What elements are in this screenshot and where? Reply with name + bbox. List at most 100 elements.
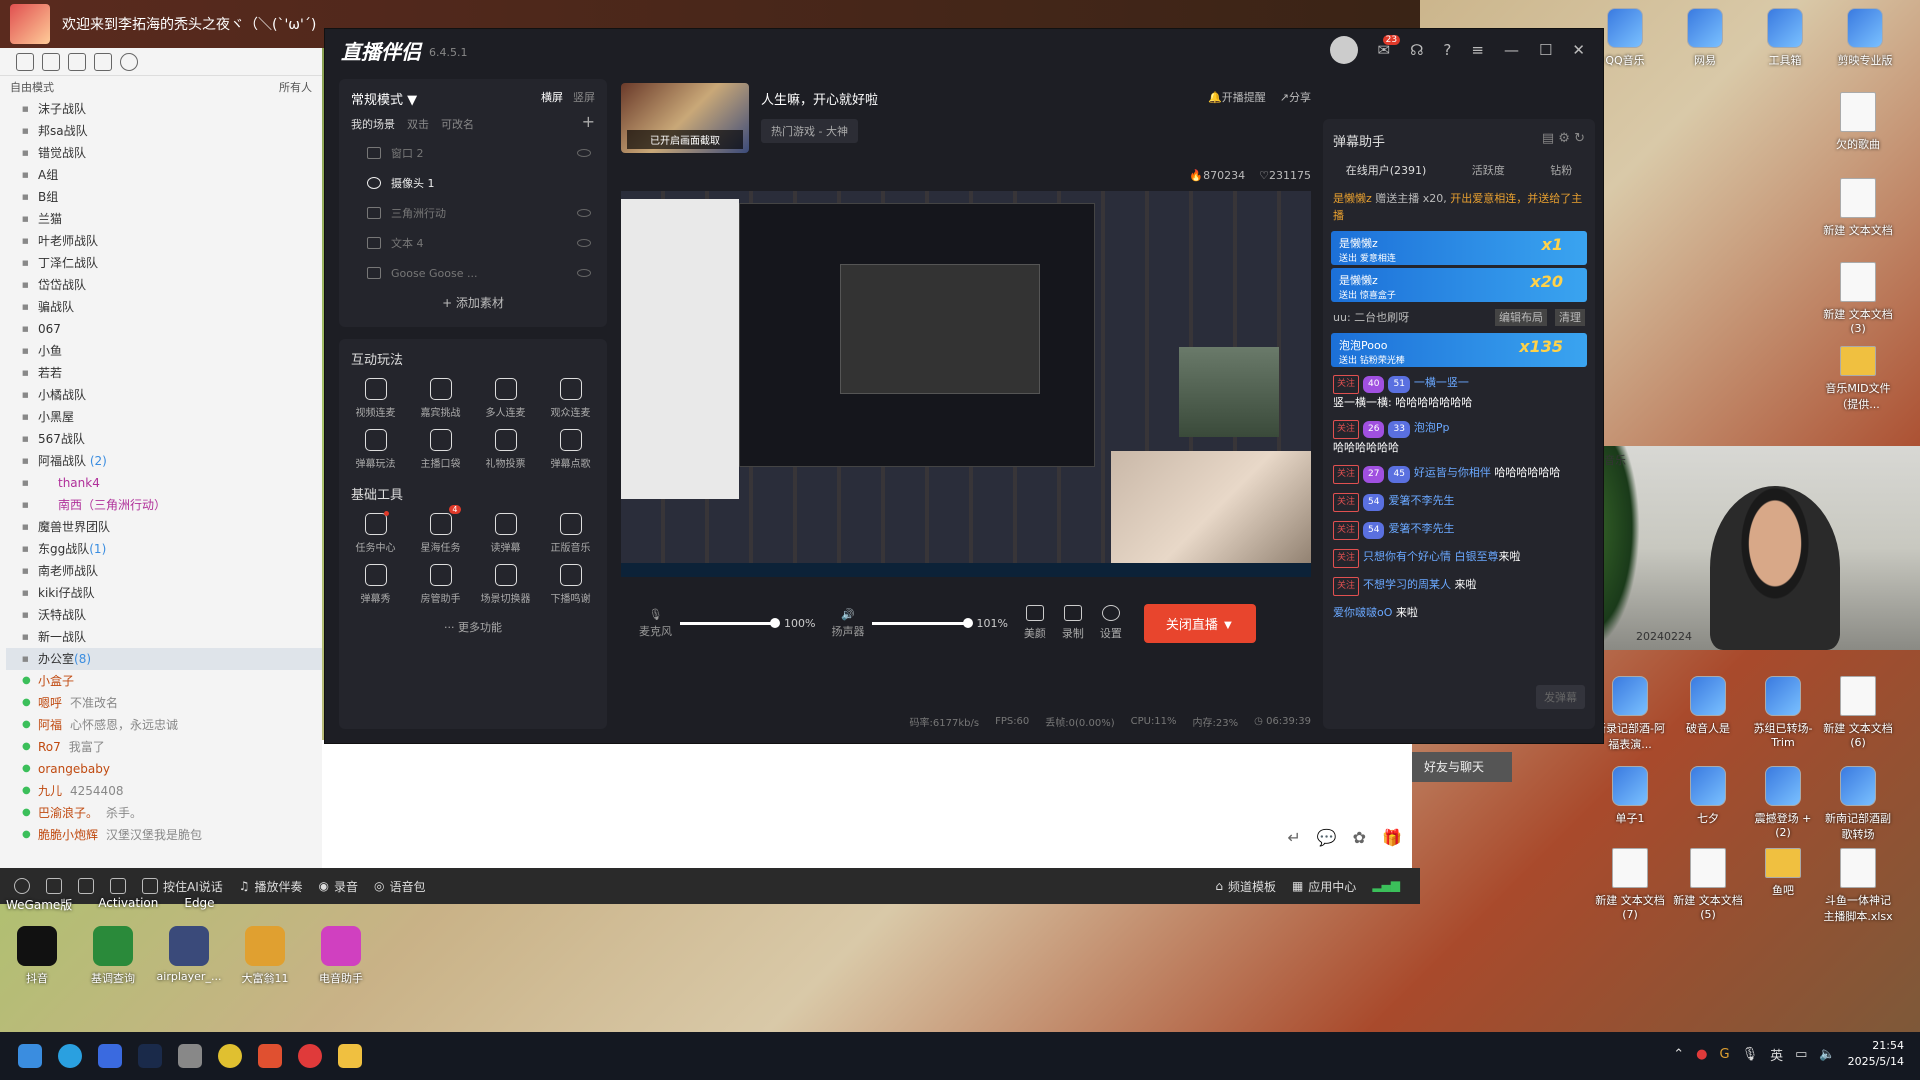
channel-group[interactable]: 067 [6,318,322,340]
tool-room-admin[interactable]: 房管助手 [408,564,473,605]
chevron-up-icon[interactable]: ⌃ [1673,1047,1684,1062]
live-cover[interactable]: 已开启画面截取 [621,83,749,153]
desktop-icon[interactable]: 新南记部酒副歌转场 [1823,766,1893,842]
member-item[interactable]: orangebaby [6,758,322,780]
follow-tag[interactable]: 关注 [1333,493,1360,512]
channel-group[interactable]: 小鱼 [6,340,322,362]
speaker-icon[interactable] [46,878,62,894]
channel-group[interactable]: 沫子战队 [6,98,322,120]
launcher-label[interactable]: Edge [184,896,214,913]
speech-bubble-icon[interactable]: 💬 [1317,828,1337,847]
tool-multi-link[interactable]: 多人连麦 [473,378,538,419]
follow-tag[interactable]: 关注 [1333,465,1360,484]
channel-group[interactable]: 丁泽仁战队 [6,252,322,274]
tab-activity[interactable]: 活跃度 [1472,162,1505,178]
tool-scene-switcher[interactable]: 场景切换器 [473,564,538,605]
desktop-icon[interactable]: 新建 文本文档 (6) [1823,676,1893,749]
tool-pocket[interactable]: 主播口袋 [408,429,473,470]
desktop-icon[interactable]: 音乐MID文件（提供... [1823,346,1893,412]
msg-user[interactable]: 不想学习的周某人 [1363,578,1451,591]
desktop-icon[interactable]: 欠的歌曲 [1823,92,1893,152]
desktop-icon[interactable]: 七夕 [1673,766,1743,826]
sub-member[interactable]: 南西（三角洲行动） [6,494,322,516]
settings-button[interactable]: 设置 [1100,605,1122,641]
tool-music[interactable]: 正版音乐 [538,513,603,554]
app-center-button[interactable]: ▦ 应用中心 [1292,878,1356,895]
speaker-knob[interactable] [963,617,974,628]
msg-user[interactable]: 好运皆与你相伴 [1414,466,1491,479]
channel-group[interactable]: 沃特战队 [6,604,322,626]
member-item[interactable]: 脆脆小炮辉汉堡汉堡我是脆包 [6,824,322,846]
msg-user[interactable]: 只想你有个好心情 白银至尊 [1363,550,1499,563]
more-features-button[interactable]: ··· 更多功能 [339,619,607,635]
qq-icon[interactable] [338,1044,362,1068]
close-icon[interactable]: ✕ [1572,41,1585,59]
stop-live-button[interactable]: 关闭直播 ▼ [1143,603,1257,643]
equalizer-icon[interactable] [110,878,126,894]
network-icon[interactable]: ▭ [1795,1047,1807,1062]
tool-star-task[interactable]: 4 星海任务 [408,505,473,554]
source-item[interactable]: Goose Goose ... [339,258,607,288]
music-button[interactable]: ♫ 播放伴奏 [239,878,303,895]
member-item[interactable]: 嗯呼不准改名 [6,692,322,714]
ai-talk-button[interactable]: 按住AI说话 [142,878,223,895]
clock[interactable]: 21:54 2025/5/14 [1848,1038,1904,1070]
profile-avatar[interactable] [1329,36,1358,64]
desktop-icon[interactable]: 震撼登场 +(2) [1748,766,1818,839]
beauty-button[interactable]: 美颜 [1024,605,1046,641]
msg-user[interactable]: 爱箸不李先生 [1388,494,1454,507]
desktop-icon[interactable]: 新建 文本文档 (5) [1673,848,1743,921]
channel-group[interactable]: B组 [6,186,322,208]
yy-icon[interactable] [218,1044,242,1068]
launcher-label[interactable]: WeGame版 [6,896,72,913]
channel-group-afu[interactable]: 阿福战队 (2) [6,450,322,472]
desktop-icon[interactable]: 苏组已转场-Trim [1748,676,1818,749]
add-source-button[interactable]: + 添加素材 [339,294,607,311]
friends-chat-button[interactable]: 好友与聊天 [1412,752,1512,782]
live-title[interactable]: 人生嘛，开心就好啦 [761,89,878,108]
channel-group[interactable]: 东gg战队(1) [6,538,322,560]
menu-icon[interactable]: ≡ [1471,41,1484,59]
channel-group[interactable]: kiki仔战队 [6,582,322,604]
share-button[interactable]: ↗分享 [1280,89,1311,105]
msg-user[interactable]: 泡泡Pp [1414,421,1450,434]
channel-group[interactable]: 小黑屋 [6,406,322,428]
source-item[interactable]: 摄像头 1 [339,168,607,198]
desktop-icon[interactable]: 新建 文本文档 (7) [1595,848,1665,921]
search-icon[interactable] [120,52,138,71]
follow-tag[interactable]: 关注 [1333,577,1360,596]
yy-chat-area[interactable]: ↵ 💬 ✿ 🎁 [322,740,1412,868]
tool-task-center[interactable]: 任务中心 [343,511,408,554]
mic-icon[interactable]: 🎙 [1742,1047,1759,1062]
member-item[interactable]: Ro7 我富了 [6,736,322,758]
member-item[interactable]: 九儿 4254408 [6,780,322,802]
channel-avatar[interactable] [10,4,50,44]
desktop-icon[interactable]: 新录记部酒-阿福表演... [1595,676,1665,752]
launcher-label[interactable]: Activation [98,896,158,913]
chat-icon[interactable] [42,52,60,71]
tool-danmu-show[interactable]: 弹幕秀 [343,564,408,605]
maximize-icon[interactable]: ☐ [1539,41,1552,59]
flower-icon[interactable]: ✿ [1353,828,1366,847]
template-button[interactable]: ⌂ 频道模板 [1215,878,1276,895]
msg-user[interactable]: 一横一竖一 [1414,376,1469,389]
channel-group[interactable]: 骗战队 [6,296,322,318]
add-scene-icon[interactable]: + [582,114,595,132]
live-category[interactable]: 热门游戏 - 大神 [761,119,858,143]
tool-guest-challenge[interactable]: 嘉宾挑战 [408,378,473,419]
speaker-toggle[interactable]: 🔊 扬声器 [831,608,864,639]
follow-tag[interactable]: 关注 [1333,375,1360,394]
channel-group[interactable]: 若若 [6,362,322,384]
desktop-icon[interactable]: 鱼吧 [1748,848,1818,898]
gift-icon[interactable]: 🎁 [1382,828,1402,847]
follow-tag[interactable]: 关注 [1333,549,1360,568]
input-lang[interactable]: 英 [1770,1045,1783,1064]
desktop-app[interactable]: 抖音 [2,926,72,986]
channel-group[interactable]: 新一战队 [6,626,322,648]
channel-group[interactable]: 南老师战队 [6,560,322,582]
msg-user[interactable]: 是懒懒z [1333,192,1372,205]
speaker-slider[interactable] [872,617,974,628]
mic-icon[interactable] [78,878,94,894]
desktop-app[interactable]: 基调查询 [78,926,148,986]
tab-my-scenes[interactable]: 我的场景 [351,116,395,132]
